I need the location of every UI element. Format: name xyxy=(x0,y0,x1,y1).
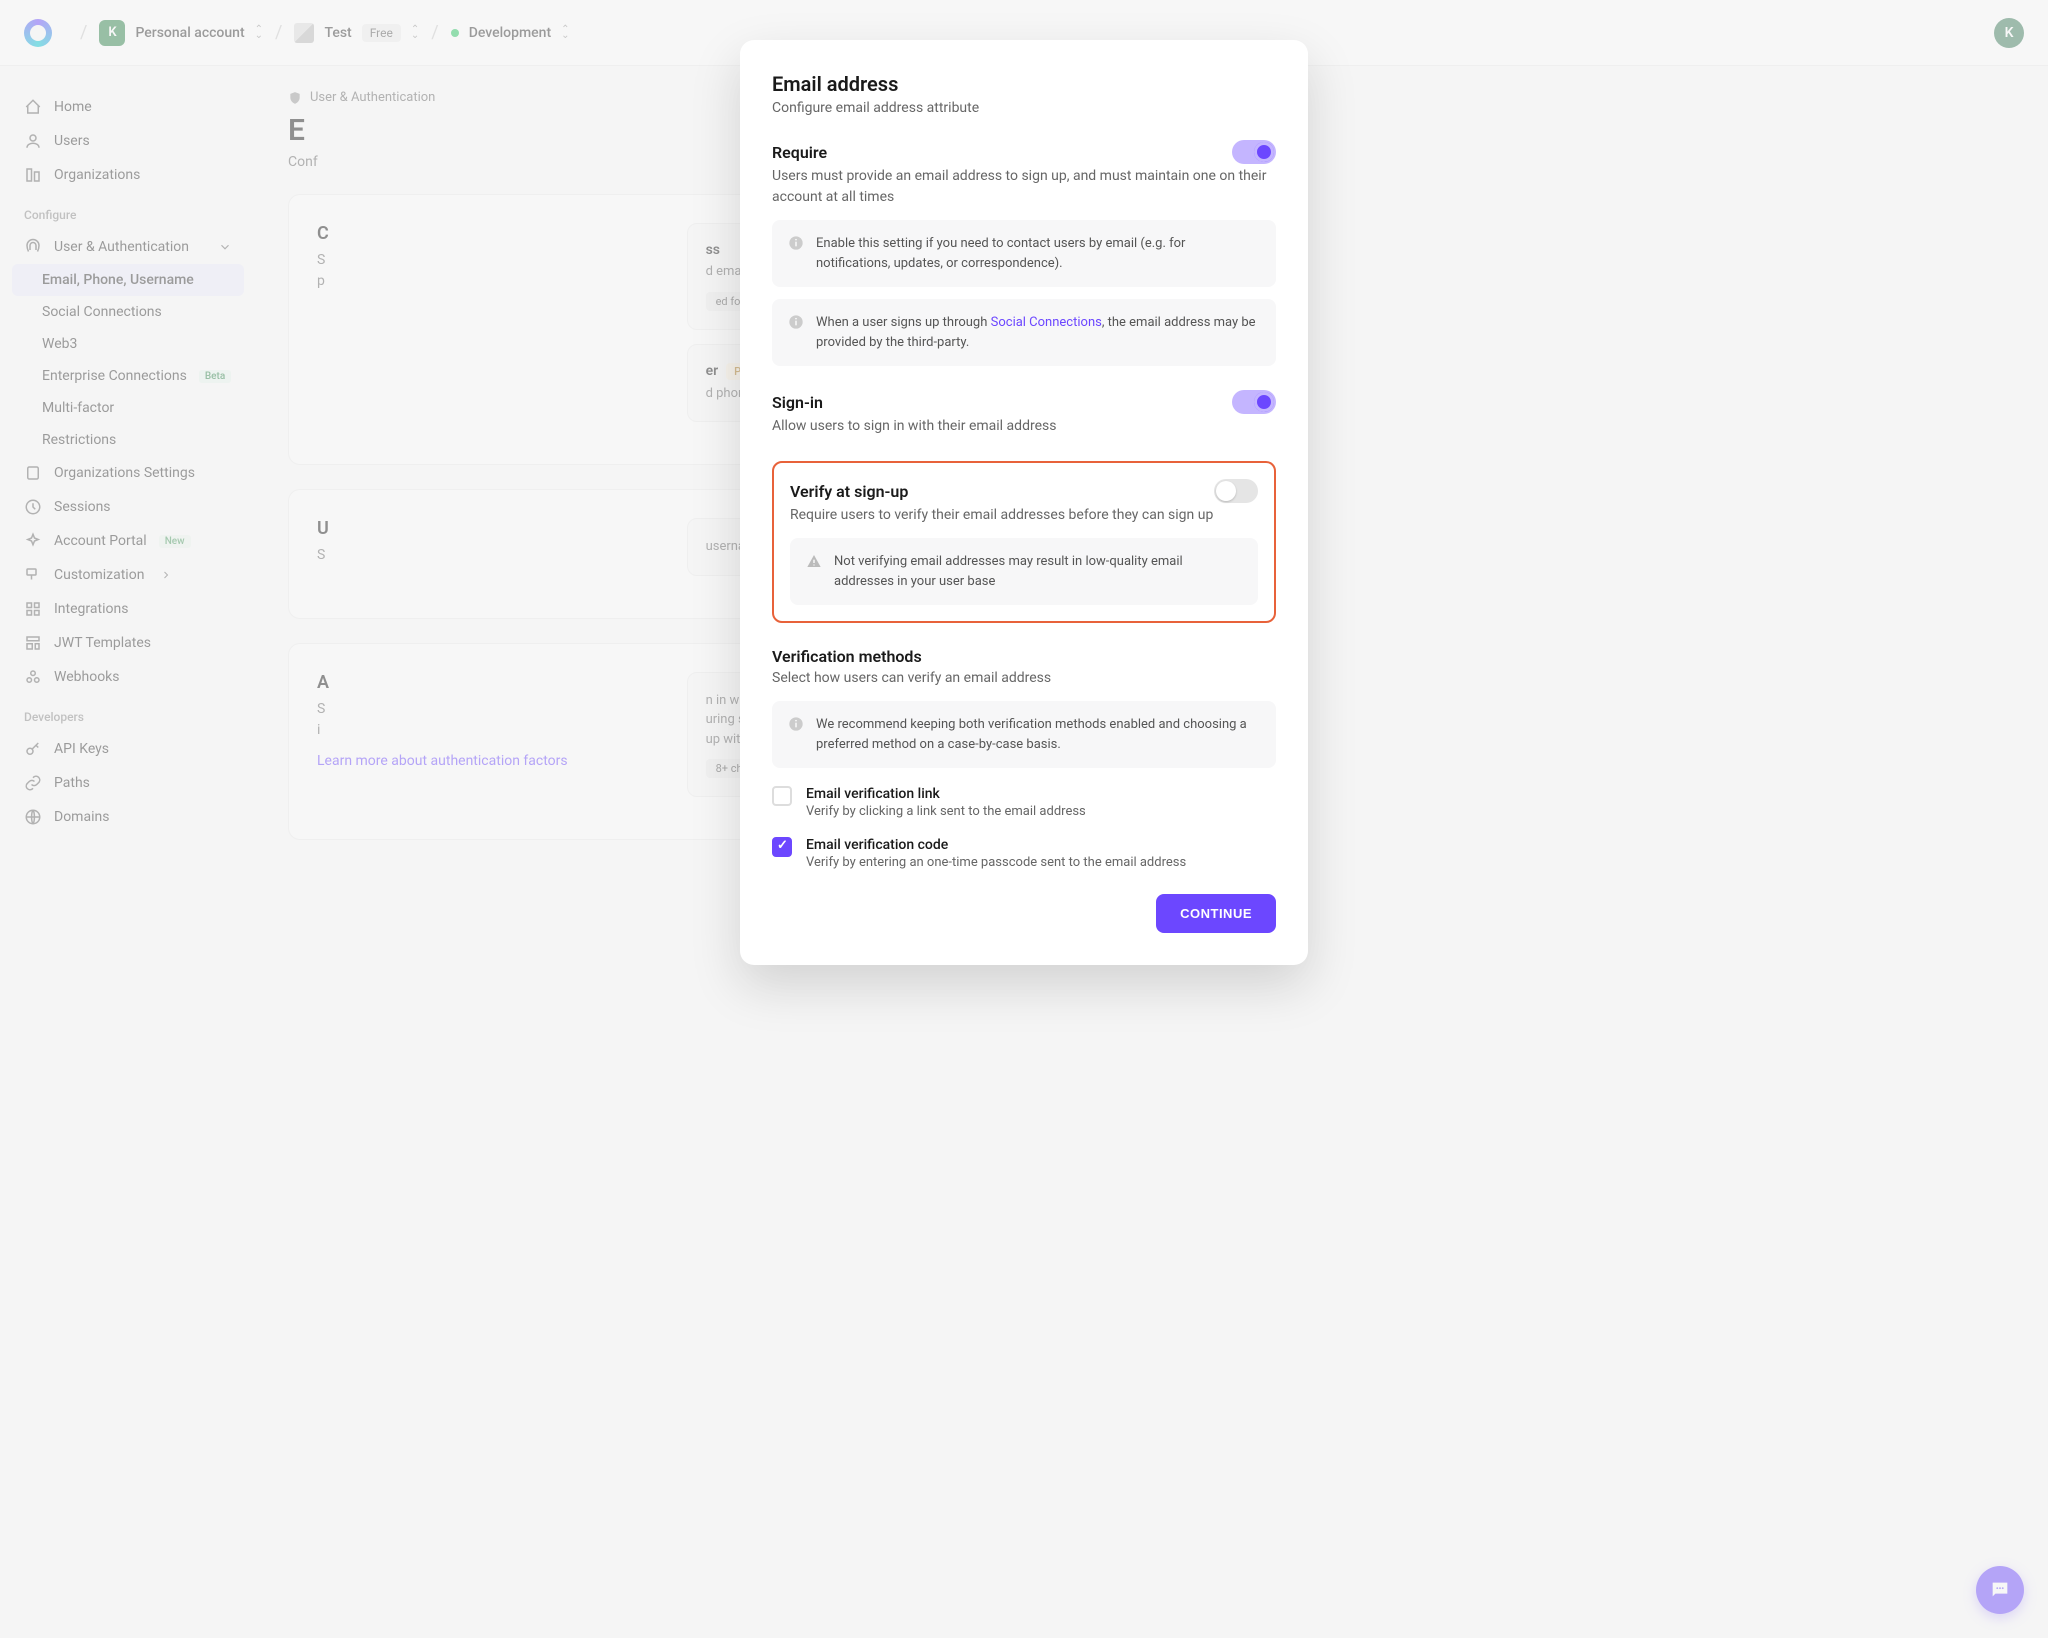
verify-label: Verify at sign-up xyxy=(790,482,908,501)
verify-warning: Not verifying email addresses may result… xyxy=(790,538,1258,605)
verify-description: Require users to verify their email addr… xyxy=(790,505,1258,526)
verify-section: Verify at sign-up Require users to verif… xyxy=(772,461,1276,623)
signin-label: Sign-in xyxy=(772,393,823,412)
require-notice-1: Enable this setting if you need to conta… xyxy=(772,220,1276,287)
verification-code-description: Verify by entering an one-time passcode … xyxy=(806,855,1186,870)
email-address-modal: Email address Configure email address at… xyxy=(740,40,1308,965)
modal-subtitle: Configure email address attribute xyxy=(772,100,1276,116)
methods-label: Verification methods xyxy=(772,647,1276,666)
modal-overlay[interactable]: Email address Configure email address at… xyxy=(0,0,2048,1638)
signin-toggle[interactable] xyxy=(1232,390,1276,414)
require-toggle[interactable] xyxy=(1232,140,1276,164)
warning-icon xyxy=(806,553,822,569)
signin-section: Sign-in Allow users to sign in with thei… xyxy=(772,390,1276,437)
verification-code-option[interactable]: Email verification code Verify by enteri… xyxy=(772,837,1276,870)
verify-toggle[interactable] xyxy=(1214,479,1258,503)
verification-link-option[interactable]: Email verification link Verify by clicki… xyxy=(772,786,1276,819)
verification-link-checkbox[interactable] xyxy=(772,786,792,806)
require-description: Users must provide an email address to s… xyxy=(772,166,1276,208)
verification-link-label: Email verification link xyxy=(806,786,1086,802)
require-notice-2: When a user signs up through Social Conn… xyxy=(772,299,1276,366)
verification-code-checkbox[interactable] xyxy=(772,837,792,857)
verification-code-label: Email verification code xyxy=(806,837,1186,853)
info-icon xyxy=(788,314,804,330)
social-connections-link[interactable]: Social Connections xyxy=(991,315,1102,330)
info-icon xyxy=(788,235,804,251)
require-label: Require xyxy=(772,143,827,162)
verification-link-description: Verify by clicking a link sent to the em… xyxy=(806,804,1086,819)
methods-notice: We recommend keeping both verification m… xyxy=(772,701,1276,768)
continue-button[interactable]: CONTINUE xyxy=(1156,894,1276,933)
methods-description: Select how users can verify an email add… xyxy=(772,668,1276,689)
methods-section: Verification methods Select how users ca… xyxy=(772,647,1276,870)
signin-description: Allow users to sign in with their email … xyxy=(772,416,1276,437)
require-section: Require Users must provide an email addr… xyxy=(772,140,1276,366)
modal-title: Email address xyxy=(772,72,1276,96)
info-icon xyxy=(788,716,804,732)
